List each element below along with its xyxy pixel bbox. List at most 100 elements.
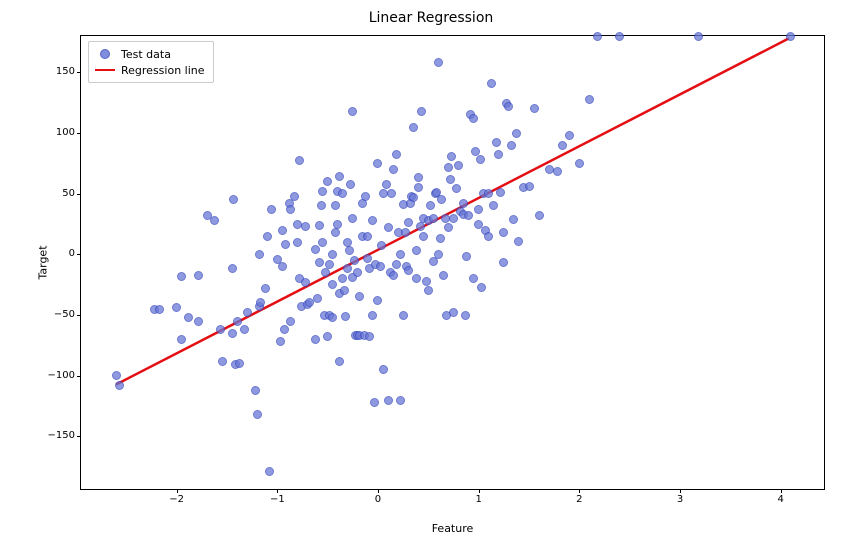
data-point: [172, 303, 181, 312]
x-tick-label: 3: [677, 495, 683, 505]
data-point: [389, 165, 398, 174]
x-tick-mark: [680, 489, 681, 493]
data-point: [477, 283, 486, 292]
legend-entry-line: Regression line: [95, 62, 205, 78]
y-tick-mark: [77, 194, 81, 195]
data-point: [355, 292, 364, 301]
data-point: [382, 180, 391, 189]
data-point: [278, 262, 287, 271]
data-point: [228, 329, 237, 338]
data-point: [112, 371, 121, 380]
x-tick-mark: [781, 489, 782, 493]
data-point: [323, 177, 332, 186]
data-point: [396, 396, 405, 405]
data-point: [449, 308, 458, 317]
data-point: [338, 274, 347, 283]
data-point: [384, 396, 393, 405]
data-point: [348, 214, 357, 223]
data-point: [377, 241, 386, 250]
data-point: [216, 325, 225, 334]
data-point: [194, 317, 203, 326]
data-point: [317, 201, 326, 210]
data-point: [263, 232, 272, 241]
x-tick-mark: [378, 489, 379, 493]
data-point: [499, 258, 508, 267]
x-tick-mark: [479, 489, 480, 493]
data-point: [439, 271, 448, 280]
x-tick-mark: [177, 489, 178, 493]
data-point: [404, 266, 413, 275]
y-tick-label: 0: [69, 249, 75, 259]
data-point: [331, 201, 340, 210]
data-point: [318, 187, 327, 196]
data-point: [229, 195, 238, 204]
data-point: [350, 256, 359, 265]
data-point: [276, 337, 285, 346]
scatter-marker-icon: [95, 49, 115, 59]
data-point: [404, 218, 413, 227]
data-point: [340, 286, 349, 295]
data-point: [243, 308, 252, 317]
data-point: [261, 284, 270, 293]
data-point: [155, 305, 164, 314]
data-point: [228, 264, 237, 273]
data-point: [509, 215, 518, 224]
data-point: [328, 313, 337, 322]
data-point: [387, 189, 396, 198]
data-point: [368, 216, 377, 225]
data-point: [280, 325, 289, 334]
data-point: [348, 107, 357, 116]
data-point: [414, 173, 423, 182]
legend-label-scatter: Test data: [121, 48, 171, 61]
data-point: [313, 294, 322, 303]
data-point: [384, 223, 393, 232]
data-point: [461, 311, 470, 320]
data-point: [265, 467, 274, 476]
x-tick-mark: [579, 489, 580, 493]
data-point: [492, 138, 501, 147]
data-point: [235, 359, 244, 368]
y-tick-label: 150: [56, 67, 75, 77]
data-point: [251, 386, 260, 395]
data-point: [786, 32, 795, 41]
data-point: [412, 246, 421, 255]
data-point: [507, 141, 516, 150]
data-point: [512, 129, 521, 138]
y-tick-label: 100: [56, 128, 75, 138]
data-point: [184, 313, 193, 322]
data-point: [335, 172, 344, 181]
data-point: [315, 221, 324, 230]
data-point: [331, 228, 340, 237]
data-point: [333, 220, 342, 229]
data-point: [615, 32, 624, 41]
data-point: [434, 250, 443, 259]
data-point: [464, 211, 473, 220]
y-tick-mark: [77, 436, 81, 437]
data-point: [437, 195, 446, 204]
data-point: [434, 58, 443, 67]
data-point: [373, 159, 382, 168]
data-point: [412, 274, 421, 283]
x-tick-label: −1: [270, 495, 285, 505]
data-point: [373, 296, 382, 305]
data-point: [409, 193, 418, 202]
data-point: [328, 280, 337, 289]
data-point: [392, 150, 401, 159]
data-point: [399, 311, 408, 320]
line-marker-icon: [95, 69, 115, 72]
data-point: [376, 262, 385, 271]
y-tick-mark: [77, 376, 81, 377]
data-point: [444, 223, 453, 232]
data-point: [694, 32, 703, 41]
data-point: [474, 205, 483, 214]
data-point: [504, 102, 513, 111]
data-point: [392, 260, 401, 269]
data-point: [278, 226, 287, 235]
data-point: [295, 156, 304, 165]
data-point: [281, 240, 290, 249]
data-point: [240, 325, 249, 334]
data-point: [530, 104, 539, 113]
data-point: [487, 79, 496, 88]
y-tick-mark: [77, 254, 81, 255]
y-tick-mark: [77, 133, 81, 134]
